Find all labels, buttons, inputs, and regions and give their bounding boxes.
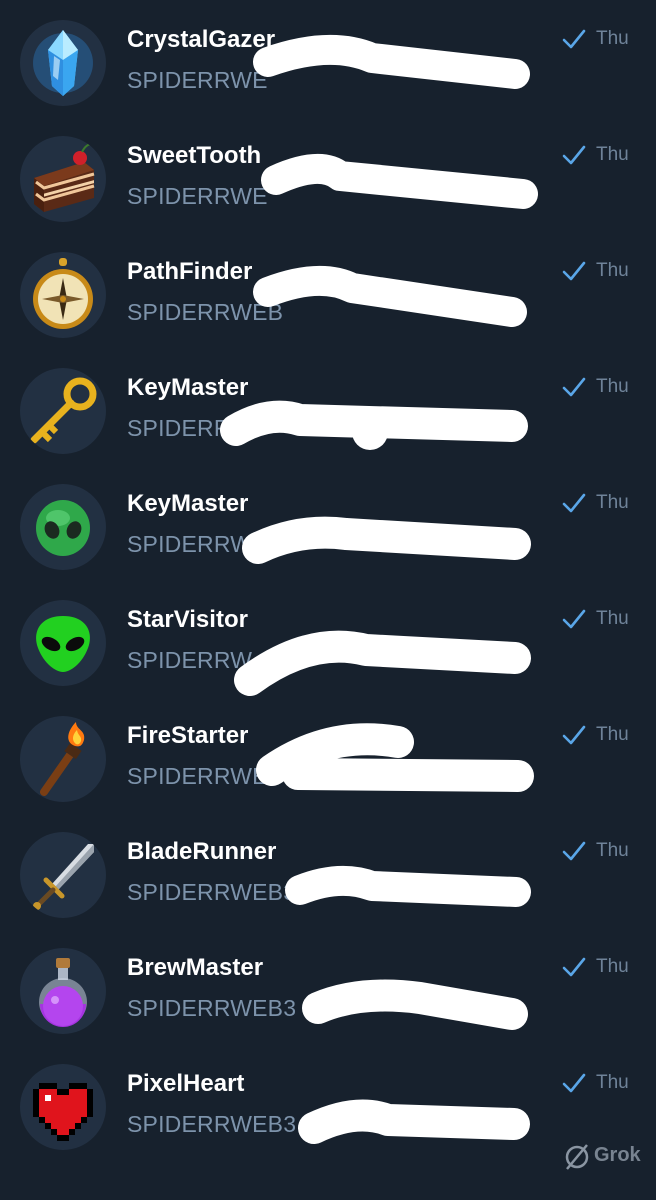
key-icon [30,377,97,444]
avatar [20,600,106,686]
read-check-icon [562,29,586,49]
avatar [20,136,106,222]
avatar [20,832,106,918]
chat-time: Thu [596,260,629,281]
read-check-icon [562,725,586,745]
chat-row-crystalgazer[interactable]: CrystalGazer SPIDERRWE Thu [0,0,656,116]
pixel-heart-icon [33,1083,93,1141]
chat-preview: SPIDERRWEB [127,299,284,325]
avatar [20,948,106,1034]
avatar [20,1064,106,1150]
chat-name: PixelHeart [127,1070,245,1097]
chat-time: Thu [596,956,629,977]
chat-name: FireStarter [127,722,249,749]
chat-name: SweetTooth [127,142,262,169]
chat-name: PathFinder [127,258,253,285]
chat-row-starvisitor[interactable]: StarVisitor SPIDERRW Thu [0,580,656,696]
chat-row-sweettooth[interactable]: SweetTooth SPIDERRWE Thu [0,116,656,232]
read-check-icon [562,841,586,861]
chat-row-keymaster[interactable]: KeyMaster SPIDERR Thu [0,348,656,464]
chat-name: BladeRunner [127,838,277,865]
avatar [20,484,106,570]
chat-row-brewmaster[interactable]: BrewMaster SPIDERRWEB3 Thu [0,928,656,1044]
read-check-icon [562,609,586,629]
chat-name: StarVisitor [127,606,248,633]
chat-preview: SPIDERRWE [127,763,268,789]
grok-logo-icon [565,1144,589,1170]
avatar [20,252,106,338]
chat-time: Thu [596,1072,629,1093]
chat-preview: SPIDERRW [127,647,253,673]
read-check-icon [562,261,586,281]
read-check-icon [562,957,586,977]
chat-name: BrewMaster [127,954,264,981]
chat-time: Thu [596,608,629,629]
chat-row-bladerunner[interactable]: BladeRunner SPIDERRWEB3 Thu [0,812,656,928]
crystal-icon [33,30,93,96]
chat-name: KeyMaster [127,490,249,517]
chat-time: Thu [596,840,629,861]
chat-preview: SPIDERRW [127,531,253,557]
chat-preview: SPIDERR [127,415,231,441]
chat-time: Thu [596,376,629,397]
read-check-icon [562,377,586,397]
chat-row-firestarter[interactable]: FireStarter SPIDERRWE Thu [0,696,656,812]
cake-icon [34,143,95,212]
chat-row-keymaster-2[interactable]: KeyMaster SPIDERRW Thu [0,464,656,580]
chat-time: Thu [596,492,629,513]
chat-preview: SPIDERRWE [127,183,268,209]
chat-row-pathfinder[interactable]: PathFinder SPIDERRWEB Thu [0,232,656,348]
chat-name: CrystalGazer [127,26,276,53]
chat-list: CrystalGazer SPIDERRWE Thu SweetTooth SP… [0,0,656,1200]
avatar [20,20,106,106]
avatar [20,716,106,802]
chat-preview: SPIDERRWEB3 [127,995,297,1021]
chat-time: Thu [596,28,629,49]
chat-preview: SPIDERRWEB3 [127,879,297,905]
chat-row-pixelheart[interactable]: PixelHeart SPIDERRWEB3 Thu [0,1044,656,1160]
compass-icon [33,258,93,329]
green-alien-head-icon [36,500,90,556]
alien-face-icon [36,616,90,672]
torch-icon [40,722,85,796]
read-check-icon [562,1073,586,1093]
potion-icon [39,958,87,1027]
read-check-icon [562,145,586,165]
chat-time: Thu [596,144,629,165]
chat-name: KeyMaster [127,374,249,401]
read-check-icon [562,493,586,513]
chat-time: Thu [596,724,629,745]
chat-preview: SPIDERRWE [127,67,268,93]
avatar [20,368,106,454]
sword-icon [33,844,94,910]
chat-preview: SPIDERRWEB3 [127,1111,297,1137]
watermark: Grok [594,1144,641,1166]
